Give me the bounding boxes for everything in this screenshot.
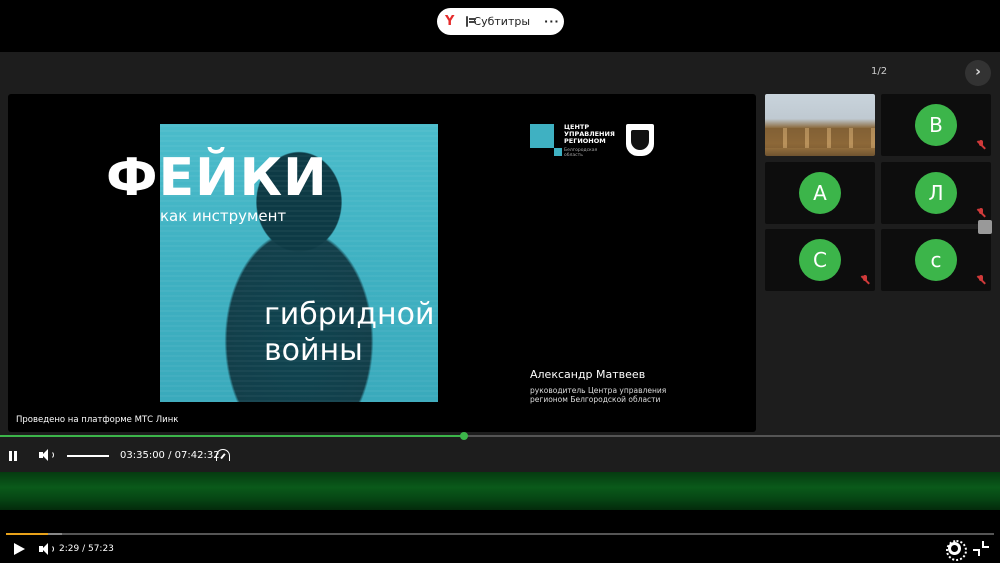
inner-pause-button[interactable] (9, 451, 18, 461)
subtitles-button[interactable]: Субтитры (473, 15, 530, 28)
avatar: А (799, 172, 841, 214)
participant-tile-video[interactable] (765, 94, 875, 156)
side-panel-handle-icon[interactable] (978, 220, 992, 234)
inner-volume-slider[interactable] (67, 455, 109, 457)
top-toolbar-pill: Y Субтитры ··· (437, 8, 564, 35)
next-page-button[interactable]: › (965, 60, 991, 86)
outer-time-display: 2:29 / 57:23 (59, 544, 114, 554)
slide-subtitle-line1: как инструмент (160, 207, 287, 225)
org-region-line2: область (564, 153, 583, 158)
region-crest-icon (626, 124, 654, 156)
mic-off-icon (861, 275, 869, 285)
avatar: Л (915, 172, 957, 214)
settings-gear-icon[interactable] (946, 540, 967, 561)
mic-off-icon (977, 140, 985, 150)
avatar: С (799, 239, 841, 281)
org-name: ЦЕНТР УПРАВЛЕНИЯ РЕГИОНОМ (564, 124, 615, 145)
outer-progress-bar[interactable] (6, 533, 994, 535)
outer-progress-fill (6, 533, 49, 535)
inner-progress-knob[interactable] (460, 432, 468, 440)
outer-volume-icon[interactable] (39, 543, 54, 555)
speaker-role-line1: руководитель Центра управления (530, 386, 667, 395)
participant-tile[interactable]: Л (881, 162, 991, 224)
platform-note: Проведено на платформе МТС Линк (16, 415, 179, 425)
org-logo-square-small-icon (554, 148, 562, 156)
presentation-slide: ФЕЙКИ как инструмент гибридной войны ЦЕН… (8, 94, 756, 432)
playback-speed-icon[interactable] (216, 449, 230, 461)
participant-tile[interactable]: С (765, 229, 875, 291)
subtitles-icon[interactable] (466, 16, 477, 27)
inner-progress-bar[interactable] (0, 432, 1000, 440)
page-counter: 1/2 (871, 66, 888, 77)
org-name-line3: РЕГИОНОМ (564, 137, 606, 145)
participant-tile[interactable]: А (765, 162, 875, 224)
slide-title: ФЕЙКИ (106, 148, 328, 208)
participant-tile[interactable]: В (881, 94, 991, 156)
inner-time-display: 03:35:00 / 07:42:32 (120, 450, 220, 461)
exit-fullscreen-icon[interactable] (973, 541, 989, 556)
inner-progress-fill (0, 435, 464, 437)
video-green-band (0, 472, 1000, 510)
slide-subtitle-line2: гибридной (264, 297, 435, 332)
play-button[interactable] (14, 543, 25, 555)
speaker-name: Александр Матвеев (530, 368, 646, 381)
org-region: Белгородская область (564, 148, 597, 158)
avatar: с (915, 239, 957, 281)
org-logo-square-icon (530, 124, 554, 148)
participant-tile[interactable]: с (881, 229, 991, 291)
org-logo: ЦЕНТР УПРАВЛЕНИЯ РЕГИОНОМ Белгородская о… (530, 124, 615, 160)
mic-off-icon (977, 275, 985, 285)
slide-subtitle-line3: войны (264, 333, 363, 368)
recorded-conference-frame: 1/2 › ФЕЙКИ как инструмент гибридной вой… (0, 52, 1000, 472)
inner-volume-icon[interactable] (39, 449, 54, 461)
more-options-button[interactable]: ··· (544, 15, 560, 28)
avatar: В (915, 104, 957, 146)
mic-off-icon (977, 208, 985, 218)
speaker-role-line2: регионом Белгородской области (530, 395, 661, 404)
yandex-logo-icon[interactable]: Y (445, 14, 454, 29)
